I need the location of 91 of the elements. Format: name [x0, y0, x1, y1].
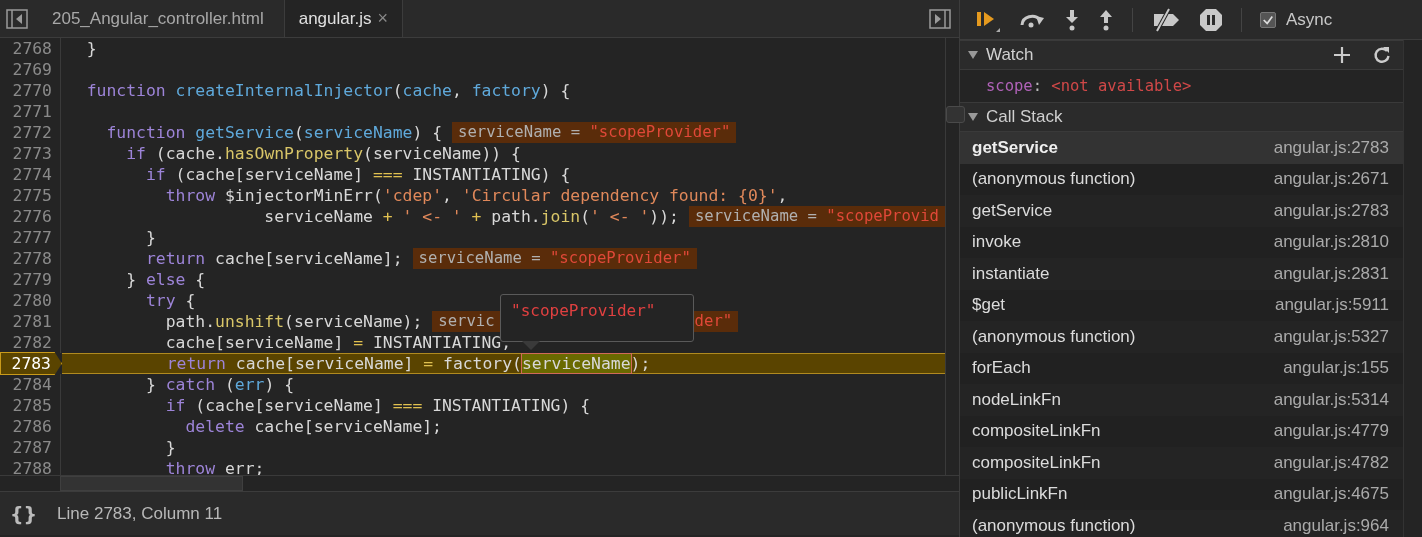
source-location: angular.js:964 — [1283, 515, 1389, 536]
line-number[interactable]: 2779 — [0, 269, 61, 290]
code-line: if (cache[serviceName] === INSTANTIATING) { — [144, 164, 571, 185]
source-location: angular.js:5911 — [1274, 295, 1389, 316]
source-location: angular.js:4675 — [1273, 484, 1389, 505]
line-number[interactable]: 2787 — [0, 437, 61, 458]
code-line: delete cache[serviceName]; — [184, 416, 442, 437]
section-title[interactable]: Watch — [986, 45, 1034, 65]
deactivate-breakpoints-icon[interactable] — [1151, 7, 1181, 32]
function-name: nodeLinkFn — [972, 389, 1061, 410]
file-tab[interactable]: 205_Angular_controller.html — [38, 0, 278, 37]
refresh-icon[interactable] — [1373, 46, 1391, 64]
code-line: } catch (err) { — [144, 374, 294, 395]
function-name: compositeLinkFn — [972, 421, 1101, 442]
line-number[interactable]: 2774 — [0, 164, 61, 185]
code-line: throw err; — [164, 458, 265, 479]
source-location: angular.js:2783 — [1273, 137, 1389, 158]
function-name: publicLinkFn — [972, 484, 1068, 505]
line-number[interactable]: 2786 — [0, 416, 61, 437]
code-line: return cache[serviceName]; — [144, 248, 403, 269]
source-location: angular.js:5327 — [1273, 326, 1389, 347]
code-line: path.unshift(serviceName); — [164, 311, 423, 332]
step-into-icon[interactable] — [1064, 8, 1080, 31]
source-location: angular.js:5314 — [1273, 389, 1389, 410]
code-line: function getService(serviceName) { — [105, 122, 443, 143]
section-title[interactable]: Call Stack — [986, 107, 1063, 127]
watch-expression: scope: <not available> — [986, 77, 1192, 95]
line-number[interactable]: 2780 — [0, 290, 61, 311]
line-number[interactable]: 2777 — [0, 227, 61, 248]
source-location: angular.js:2783 — [1273, 200, 1389, 221]
file-tab[interactable]: angular.js × — [283, 0, 403, 37]
value-tooltip: "scopeProvider" — [500, 294, 694, 342]
cursor-position: Line 2783, Column 11 — [57, 503, 223, 524]
line-number[interactable]: 2781 — [0, 311, 61, 332]
scrollbar-thumb[interactable] — [946, 106, 965, 123]
code-line: } — [85, 38, 97, 59]
function-name: (anonymous function) — [972, 326, 1136, 347]
code-line: } — [144, 227, 156, 248]
code-line: } — [164, 437, 176, 458]
line-number[interactable]: 2776 — [0, 206, 61, 227]
line-number[interactable]: 2770 — [0, 80, 61, 101]
line-number[interactable]: 2769 — [0, 59, 61, 80]
tooltip-pointer — [522, 341, 540, 350]
inline-value: serviceName = "scopeProvider" — [452, 122, 737, 143]
code-line: serviceName + ' <- ' + path.join(' <- ')); — [263, 206, 679, 227]
function-name: invoke — [972, 232, 1022, 253]
scrollbar-thumb[interactable] — [60, 476, 243, 491]
code-line: function createInternalInjector(cache, factory) { — [85, 80, 571, 101]
close-icon[interactable]: × — [377, 8, 388, 29]
line-number[interactable]: 2775 — [0, 185, 61, 206]
inline-value: serviceName = "scopeProvid — [688, 206, 945, 227]
function-name: forEach — [972, 358, 1031, 379]
source-location: angular.js:155 — [1283, 358, 1389, 379]
code-line: } else { — [125, 269, 206, 290]
async-label: Async — [1286, 9, 1333, 30]
panel-toggle-icon[interactable] — [929, 8, 951, 29]
function-name: getService — [972, 137, 1058, 158]
line-number[interactable]: 2778 — [0, 248, 61, 269]
code-line: if (cache.hasOwnProperty(serviceName)) { — [125, 143, 521, 164]
source-location: angular.js:4782 — [1273, 452, 1389, 473]
source-location: angular.js:4779 — [1273, 421, 1389, 442]
line-number[interactable]: 2771 — [0, 101, 61, 122]
line-number[interactable]: 2768 — [0, 38, 61, 59]
function-name: $get — [972, 295, 1006, 316]
source-location: angular.js:2810 — [1273, 232, 1389, 253]
code-line: try { — [144, 290, 196, 311]
function-name: (anonymous function) — [972, 515, 1136, 536]
function-name: compositeLinkFn — [972, 452, 1101, 473]
pretty-print-button[interactable]: {} — [10, 502, 38, 525]
pause-on-exceptions-icon[interactable] — [1199, 7, 1223, 32]
line-number[interactable]: 2785 — [0, 395, 61, 416]
function-name: instantiate — [972, 263, 1050, 284]
line-number[interactable]: 2783 — [0, 352, 62, 375]
async-checkbox[interactable] — [1260, 11, 1276, 28]
call-stack-frame[interactable]: getService angular.js:2783 — [960, 132, 1403, 164]
function-name: (anonymous function) — [972, 169, 1136, 190]
expand-triangle-icon[interactable] — [968, 50, 978, 60]
inline-value: servic — [432, 311, 501, 332]
expand-triangle-icon[interactable] — [968, 112, 978, 122]
line-number[interactable]: 2772 — [0, 122, 61, 143]
step-out-icon[interactable] — [1098, 8, 1114, 31]
line-number[interactable]: 2773 — [0, 143, 61, 164]
source-location: angular.js:2671 — [1273, 169, 1389, 190]
function-name: getService — [972, 200, 1053, 221]
source-location: angular.js:2831 — [1273, 263, 1389, 284]
inline-value: serviceName = "scopeProvider" — [412, 248, 697, 269]
sidebar-toggle-icon[interactable] — [6, 8, 28, 29]
add-icon[interactable] — [1333, 46, 1351, 64]
code-line: if (cache[serviceName] === INSTANTIATING) { — [164, 395, 591, 416]
line-number[interactable]: 2784 — [0, 374, 61, 395]
code-line: throw $injectorMinErr('cdep', 'Circular dependency found: {0}', — [164, 185, 788, 206]
